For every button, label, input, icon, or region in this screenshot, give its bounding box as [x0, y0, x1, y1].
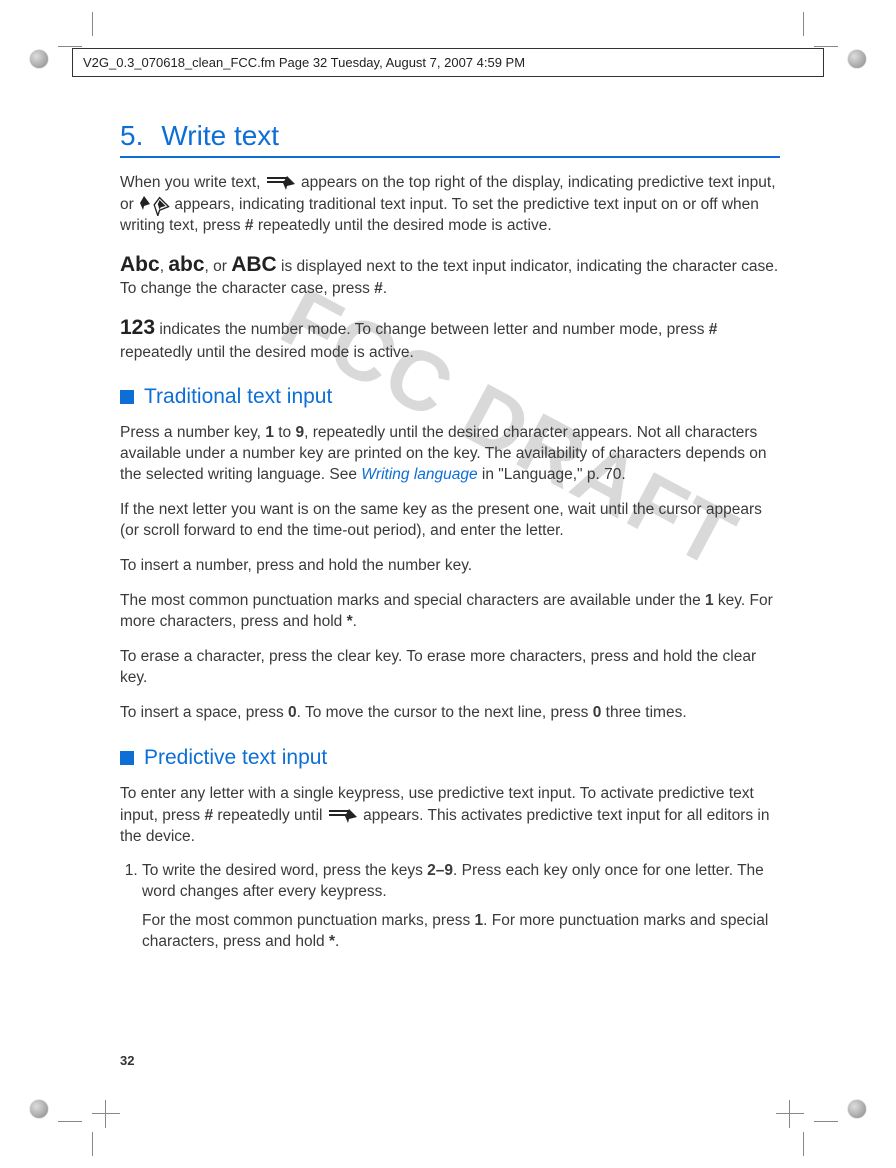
text: . — [383, 280, 387, 297]
text: indicates the number mode. To change bet… — [155, 321, 709, 338]
text: The most common punctuation marks and sp… — [120, 592, 705, 609]
indicator-abc-upper: ABC — [231, 253, 277, 276]
key-1: 1 — [475, 912, 484, 929]
text: To write the desired word, press the key… — [142, 862, 427, 879]
trad-p2: If the next letter you want is on the sa… — [120, 500, 780, 542]
number-mode-paragraph: 123 indicates the number mode. To change… — [120, 314, 780, 363]
trad-p1: Press a number key, 1 to 9, repeatedly u… — [120, 423, 780, 486]
chapter-title: 5. Write text — [120, 120, 780, 158]
key-hash: # — [245, 217, 254, 234]
intro-paragraph: When you write text, appears on the top … — [120, 172, 780, 237]
traditional-input-icon — [138, 194, 170, 216]
key-9: 9 — [295, 424, 304, 441]
section-bullet-icon — [120, 751, 134, 765]
section-heading-text: Predictive text input — [144, 746, 327, 770]
trad-p5: To erase a character, press the clear ke… — [120, 647, 780, 689]
section-bullet-icon — [120, 390, 134, 404]
registration-mark-icon — [776, 1100, 804, 1128]
trad-p6: To insert a space, press 0. To move the … — [120, 703, 780, 724]
print-header: V2G_0.3_070618_clean_FCC.fm Page 32 Tues… — [72, 48, 824, 77]
key-hash: # — [204, 807, 213, 824]
text: For the most common punctuation marks, p… — [142, 912, 475, 929]
key-0: 0 — [288, 704, 297, 721]
section-heading-text: Traditional text input — [144, 385, 332, 409]
corner-dot-icon — [30, 50, 48, 68]
key-1: 1 — [705, 592, 714, 609]
pred-p1: To enter any letter with a single keypre… — [120, 784, 780, 848]
key-hash: # — [709, 321, 718, 338]
chapter-number: 5. — [120, 120, 143, 151]
corner-dot-icon — [848, 1100, 866, 1118]
key-range: 2–9 — [427, 862, 453, 879]
list-item-subtext: For the most common punctuation marks, p… — [142, 911, 780, 953]
text: . To move the cursor to the next line, p… — [297, 704, 593, 721]
case-paragraph: Abc, abc, or ABC is displayed next to th… — [120, 251, 780, 300]
page-number: 32 — [120, 1053, 134, 1068]
key-hash: # — [374, 280, 383, 297]
section-heading-predictive: Predictive text input — [120, 746, 780, 770]
indicator-123: 123 — [120, 316, 155, 339]
trad-p3: To insert a number, press and hold the n… — [120, 556, 780, 577]
chapter-title-text: Write text — [161, 120, 279, 151]
corner-dot-icon — [848, 50, 866, 68]
page-content: 5. Write text When you write text, appear… — [120, 120, 780, 961]
predictive-input-icon — [327, 805, 359, 827]
text: . — [353, 613, 357, 630]
registration-mark-icon — [92, 1100, 120, 1128]
text: in "Language," p. 70. — [478, 466, 626, 483]
text: Press a number key, — [120, 424, 265, 441]
text: . — [335, 933, 339, 950]
text: When you write text, — [120, 174, 265, 191]
text: to — [274, 424, 296, 441]
pred-steps-list: To write the desired word, press the key… — [120, 861, 780, 953]
predictive-input-icon — [265, 172, 297, 194]
text: three times. — [601, 704, 686, 721]
header-text: V2G_0.3_070618_clean_FCC.fm Page 32 Tues… — [83, 55, 525, 70]
text: repeatedly until the desired mode is act… — [258, 217, 552, 234]
text: , or — [205, 258, 232, 275]
list-item: To write the desired word, press the key… — [142, 861, 780, 953]
indicator-abc-lower: abc — [168, 253, 204, 276]
text: repeatedly until — [213, 807, 327, 824]
indicator-abc-mixed: Abc — [120, 253, 160, 276]
text: repeatedly until the desired mode is act… — [120, 344, 414, 361]
text: To insert a space, press — [120, 704, 288, 721]
section-heading-traditional: Traditional text input — [120, 385, 780, 409]
trad-p4: The most common punctuation marks and sp… — [120, 591, 780, 633]
corner-dot-icon — [30, 1100, 48, 1118]
link-writing-language[interactable]: Writing language — [361, 466, 477, 483]
key-1: 1 — [265, 424, 274, 441]
